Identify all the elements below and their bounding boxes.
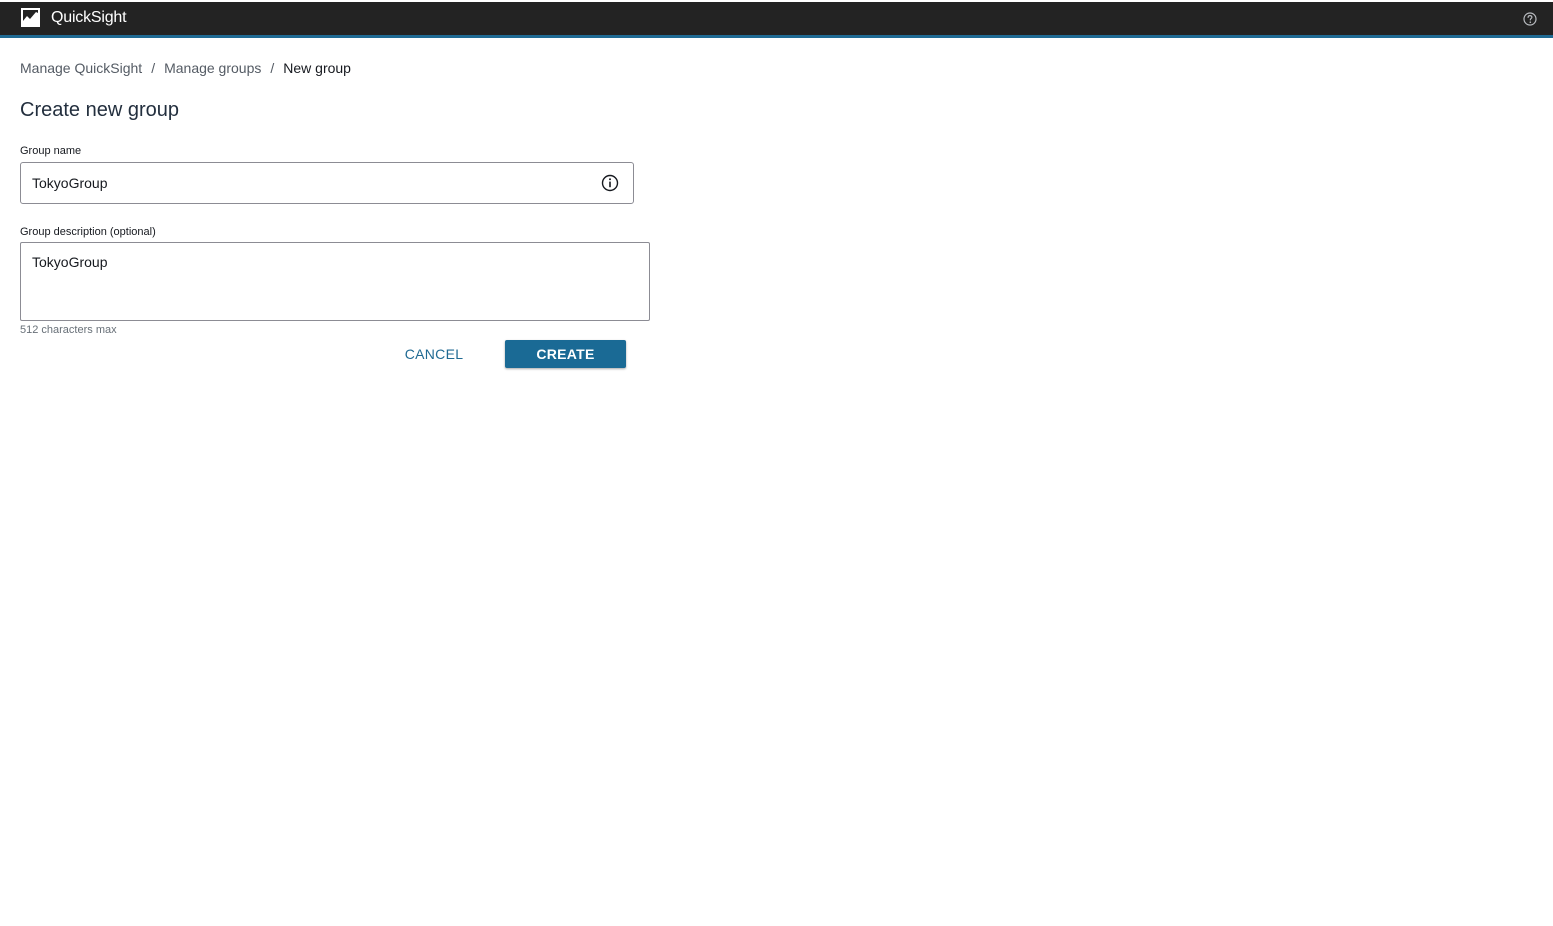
header-accent-line	[0, 35, 1553, 38]
group-description-field[interactable]: TokyoGroup	[20, 242, 650, 321]
quicksight-chart-icon	[21, 8, 40, 27]
group-name-field[interactable]	[20, 162, 634, 204]
page-title: Create new group	[20, 99, 179, 121]
breadcrumb-separator: /	[151, 60, 156, 76]
breadcrumb-separator: /	[270, 60, 275, 76]
app-name: QuickSight	[51, 8, 127, 26]
create-button[interactable]: CREATE	[505, 340, 626, 368]
group-name-label: Group name	[20, 145, 82, 157]
help-circle-icon[interactable]	[1523, 12, 1537, 26]
cancel-button[interactable]: CANCEL	[395, 340, 473, 368]
info-circle-icon[interactable]	[601, 174, 619, 192]
breadcrumb-link-manage-quicksight[interactable]: Manage QuickSight	[20, 60, 142, 76]
breadcrumb-current: New group	[283, 60, 351, 76]
top-navigation-bar: QuickSight	[0, 0, 1553, 35]
description-char-limit-hint: 512 characters max	[20, 324, 117, 336]
group-name-input[interactable]	[32, 163, 592, 203]
brand[interactable]: QuickSight	[21, 8, 127, 27]
breadcrumb-link-manage-groups[interactable]: Manage groups	[164, 60, 261, 76]
breadcrumb: Manage QuickSight / Manage groups / New …	[20, 60, 351, 76]
group-description-label: Group description (optional)	[20, 226, 156, 238]
group-description-textarea[interactable]: TokyoGroup	[32, 254, 632, 309]
